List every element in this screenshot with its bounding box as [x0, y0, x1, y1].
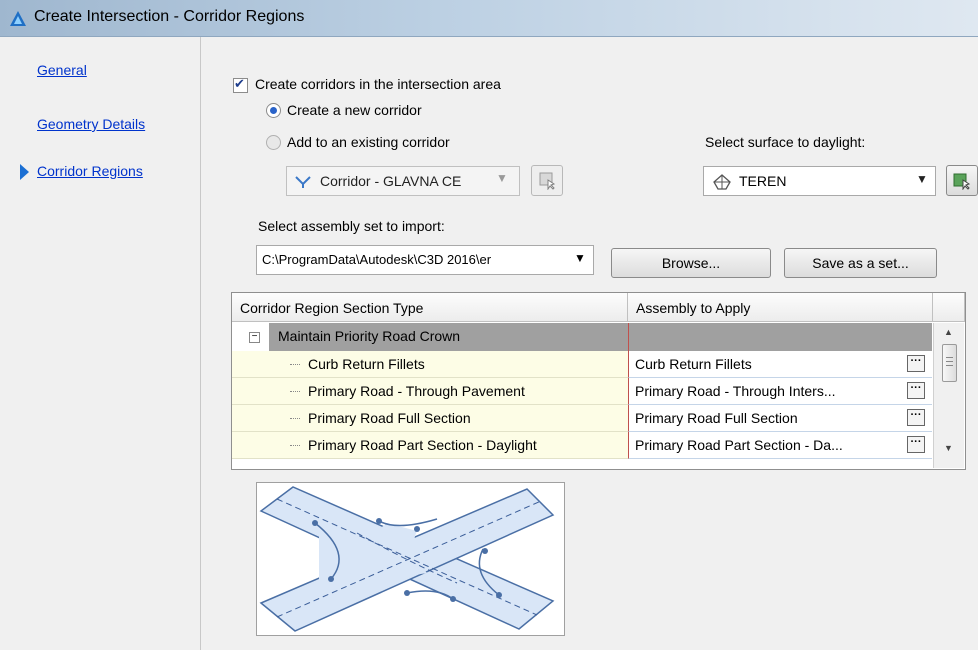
current-page-arrow-icon [20, 164, 29, 180]
assembly-cell[interactable]: Primary Road Part Section - Da... ··· [628, 432, 932, 459]
nav-pane: General Geometry Details Corridor Region… [0, 37, 201, 650]
grip-line [946, 365, 953, 366]
section-type-label: Primary Road Full Section [308, 410, 471, 426]
existing-corridor-radio[interactable] [266, 135, 281, 150]
group-label: Maintain Priority Road Crown [278, 328, 461, 344]
ellipsis-button[interactable]: ··· [907, 355, 925, 372]
new-corridor-label: Create a new corridor [287, 102, 422, 118]
assembly-cell[interactable]: Primary Road - Through Inters... ··· [628, 378, 932, 405]
scroll-down-icon[interactable]: ▼ [944, 443, 953, 453]
collapse-toggle-icon[interactable]: − [249, 332, 260, 343]
create-corridors-label: Create corridors in the intersection are… [255, 76, 501, 92]
tree-line [290, 418, 300, 419]
assembly-value: Curb Return Fillets [635, 356, 752, 372]
assembly-value: Primary Road Full Section [635, 410, 798, 426]
new-corridor-radio[interactable] [266, 103, 281, 118]
assembly-cell[interactable]: Curb Return Fillets ··· [628, 351, 932, 378]
pick-surface-icon [953, 173, 971, 190]
create-corridors-checkbox[interactable]: ✔ [233, 76, 248, 93]
corridor-combo[interactable]: Corridor - GLAVNA CE ▼ [286, 166, 520, 196]
table-row[interactable]: Primary Road - Through Pavement Primary … [232, 378, 932, 405]
pick-in-drawing-icon [539, 172, 556, 190]
corridor-regions-grid[interactable]: Corridor Region Section Type Assembly to… [231, 292, 966, 470]
table-row[interactable]: Curb Return Fillets Curb Return Fillets … [232, 351, 932, 378]
browse-button[interactable]: Browse... [611, 248, 771, 278]
window-title: Create Intersection - Corridor Regions [34, 8, 305, 25]
nav-link-corridor-regions[interactable]: Corridor Regions [37, 163, 143, 179]
section-type-cell: Primary Road Full Section [232, 405, 628, 432]
surface-combo-value: TEREN [739, 173, 787, 189]
column-header-spacer [933, 293, 965, 322]
section-type-label: Curb Return Fillets [308, 356, 425, 372]
section-type-cell: Primary Road - Through Pavement [232, 378, 628, 405]
assembly-set-combo[interactable]: C:\ProgramData\Autodesk\C3D 2016\er ▼ [256, 245, 594, 275]
tree-line [290, 391, 300, 392]
radio-selected-dot [270, 107, 277, 114]
tree-line [290, 364, 300, 365]
section-type-cell: Primary Road Part Section - Daylight [232, 432, 628, 459]
tree-line [290, 445, 300, 446]
ellipsis-button[interactable]: ··· [907, 409, 925, 426]
column-header-assembly[interactable]: Assembly to Apply [628, 293, 933, 322]
corridor-icon [295, 176, 311, 188]
column-header-section-type[interactable]: Corridor Region Section Type [232, 293, 628, 322]
assembly-set-label: Select assembly set to import: [258, 218, 445, 234]
section-type-label: Primary Road Part Section - Daylight [308, 437, 537, 453]
browse-button-label: Browse... [661, 255, 721, 271]
civil3d-logo-icon [10, 11, 26, 26]
assembly-set-path: C:\ProgramData\Autodesk\C3D 2016\er [262, 252, 492, 267]
grip-line [946, 361, 953, 362]
scroll-up-icon[interactable]: ▲ [944, 327, 953, 337]
assembly-cell[interactable]: Primary Road Full Section ··· [628, 405, 932, 432]
surface-combo[interactable]: TEREN ▼ [703, 166, 936, 196]
group-row[interactable]: − Maintain Priority Road Crown [232, 323, 932, 351]
surface-label: Select surface to daylight: [705, 134, 866, 150]
ellipsis-button[interactable]: ··· [907, 436, 925, 453]
corridor-combo-value: Corridor - GLAVNA CE [320, 173, 462, 189]
grid-scrollbar[interactable]: ▲ ▼ [933, 323, 964, 468]
section-type-cell: Curb Return Fillets [232, 351, 628, 378]
save-as-set-button[interactable]: Save as a set... [784, 248, 937, 278]
grip-line [946, 357, 953, 358]
surface-icon [713, 174, 731, 190]
nav-link-geometry-details[interactable]: Geometry Details [37, 116, 145, 132]
intersection-diagram-icon [259, 486, 555, 632]
column-header-assembly-label: Assembly to Apply [636, 300, 751, 316]
existing-corridor-label: Add to an existing corridor [287, 134, 450, 150]
scrollbar-thumb[interactable] [942, 344, 957, 382]
assembly-value: Primary Road Part Section - Da... [635, 437, 843, 453]
save-as-set-button-label: Save as a set... [812, 255, 909, 271]
nav-link-general[interactable]: General [37, 62, 87, 78]
checkmark-icon: ✔ [234, 76, 245, 91]
pick-corridor-button[interactable] [531, 165, 563, 196]
dropdown-arrow-icon: ▼ [496, 171, 508, 185]
group-row-right [628, 323, 932, 351]
ellipsis-button[interactable]: ··· [907, 382, 925, 399]
pick-surface-button[interactable] [946, 165, 978, 196]
table-row[interactable]: Primary Road Full Section Primary Road F… [232, 405, 932, 432]
dropdown-arrow-icon: ▼ [916, 172, 928, 186]
title-bar: Create Intersection - Corridor Regions [0, 0, 978, 37]
dropdown-arrow-icon: ▼ [574, 251, 586, 265]
column-header-section-type-label: Corridor Region Section Type [240, 300, 424, 316]
section-type-label: Primary Road - Through Pavement [308, 383, 525, 399]
assembly-value: Primary Road - Through Inters... [635, 383, 836, 399]
intersection-preview-image [256, 482, 565, 636]
table-row[interactable]: Primary Road Part Section - Daylight Pri… [232, 432, 932, 459]
